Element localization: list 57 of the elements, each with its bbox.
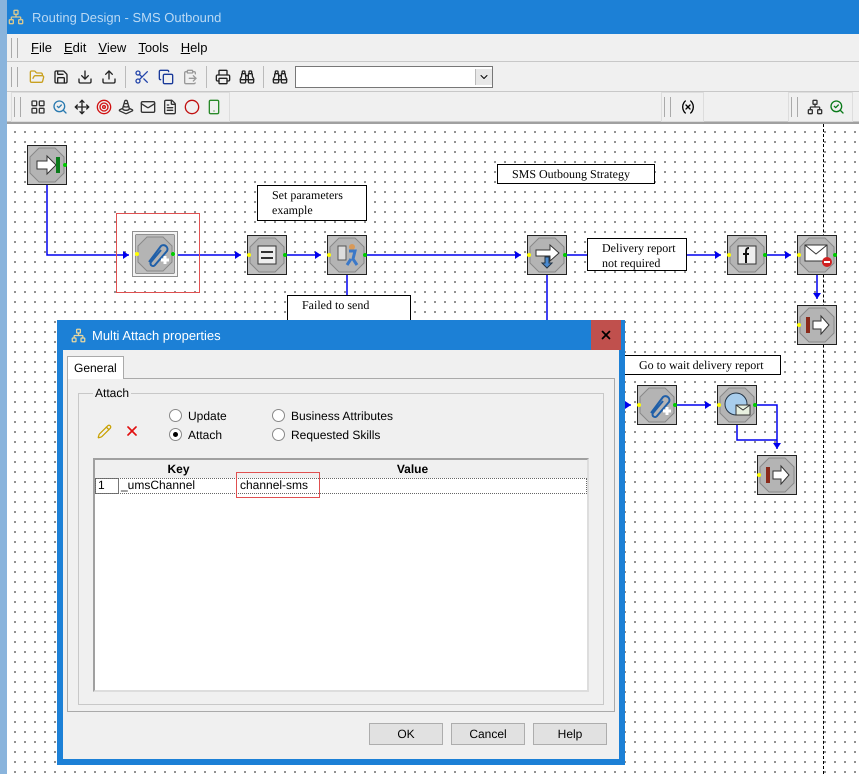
menu-item[interactable]: Help <box>176 38 212 57</box>
toolbar-grip[interactable] <box>11 38 18 58</box>
group-label: Attach <box>94 386 130 400</box>
menu-item[interactable]: View <box>93 38 132 57</box>
toolbar-grip[interactable] <box>11 66 18 86</box>
row-number: 1 <box>95 478 119 494</box>
tab[interactable]: General <box>67 356 124 379</box>
exit-node[interactable] <box>797 305 837 345</box>
toolbar-grip[interactable] <box>14 96 21 116</box>
toolbar-grip[interactable] <box>664 96 671 116</box>
connector-line <box>546 275 548 322</box>
connector-arrow <box>813 275 821 299</box>
note-label: Go to wait delivery report <box>624 355 781 375</box>
mail-stop-node[interactable] <box>797 235 837 275</box>
close-button[interactable] <box>591 320 621 350</box>
note-label: SMS Outboung Strategy <box>497 164 655 184</box>
menu-item[interactable]: Tools <box>133 38 174 57</box>
column-header: Key <box>166 461 190 478</box>
toolbar-grip[interactable] <box>791 96 798 116</box>
branch-node[interactable] <box>527 235 567 275</box>
connector-arrow <box>757 404 781 449</box>
radio-option[interactable]: Business Attributes <box>272 408 432 422</box>
column-header: Value <box>396 461 430 478</box>
connector-arrow <box>677 401 711 409</box>
window-title: Routing Design - SMS Outbound <box>32 10 222 24</box>
table-cell[interactable]: _umsChannel <box>119 478 238 494</box>
menu-item[interactable]: Edit <box>58 38 92 57</box>
attach-node[interactable] <box>637 385 677 425</box>
list-node[interactable] <box>247 235 287 275</box>
dialog-button[interactable]: OK <box>369 723 443 745</box>
agent-node[interactable] <box>327 235 367 275</box>
connector-line <box>567 254 587 256</box>
connector-arrow <box>175 251 241 259</box>
note-label: Set parameters example <box>257 185 367 221</box>
attach-node[interactable] <box>135 234 175 274</box>
dialog-title: Multi Attach properties <box>92 328 222 342</box>
menu-item[interactable]: File <box>26 38 57 57</box>
connector-arrow <box>767 251 791 259</box>
exit-node[interactable] <box>757 455 797 495</box>
dialog-button[interactable]: Help <box>533 723 607 745</box>
dialog-button[interactable]: Cancel <box>451 723 525 745</box>
search-combo[interactable] <box>295 66 493 88</box>
close-icon[interactable] <box>599 328 613 342</box>
radio-option[interactable]: Update <box>169 408 272 422</box>
function-node[interactable] <box>727 235 767 275</box>
radio-option[interactable]: Attach <box>169 428 272 442</box>
connector-line <box>346 275 348 295</box>
connector-arrow <box>687 251 721 259</box>
entry-node[interactable] <box>27 145 67 185</box>
wait-node[interactable] <box>717 385 757 425</box>
connector-arrow <box>287 251 321 259</box>
radio-option[interactable]: Requested Skills <box>272 428 432 442</box>
dialog-icon <box>71 328 86 342</box>
connector-line <box>736 425 777 441</box>
app-icon <box>8 9 24 25</box>
table-cell[interactable]: channel-sms <box>238 478 308 493</box>
note-label: Delivery report not required <box>587 238 687 271</box>
